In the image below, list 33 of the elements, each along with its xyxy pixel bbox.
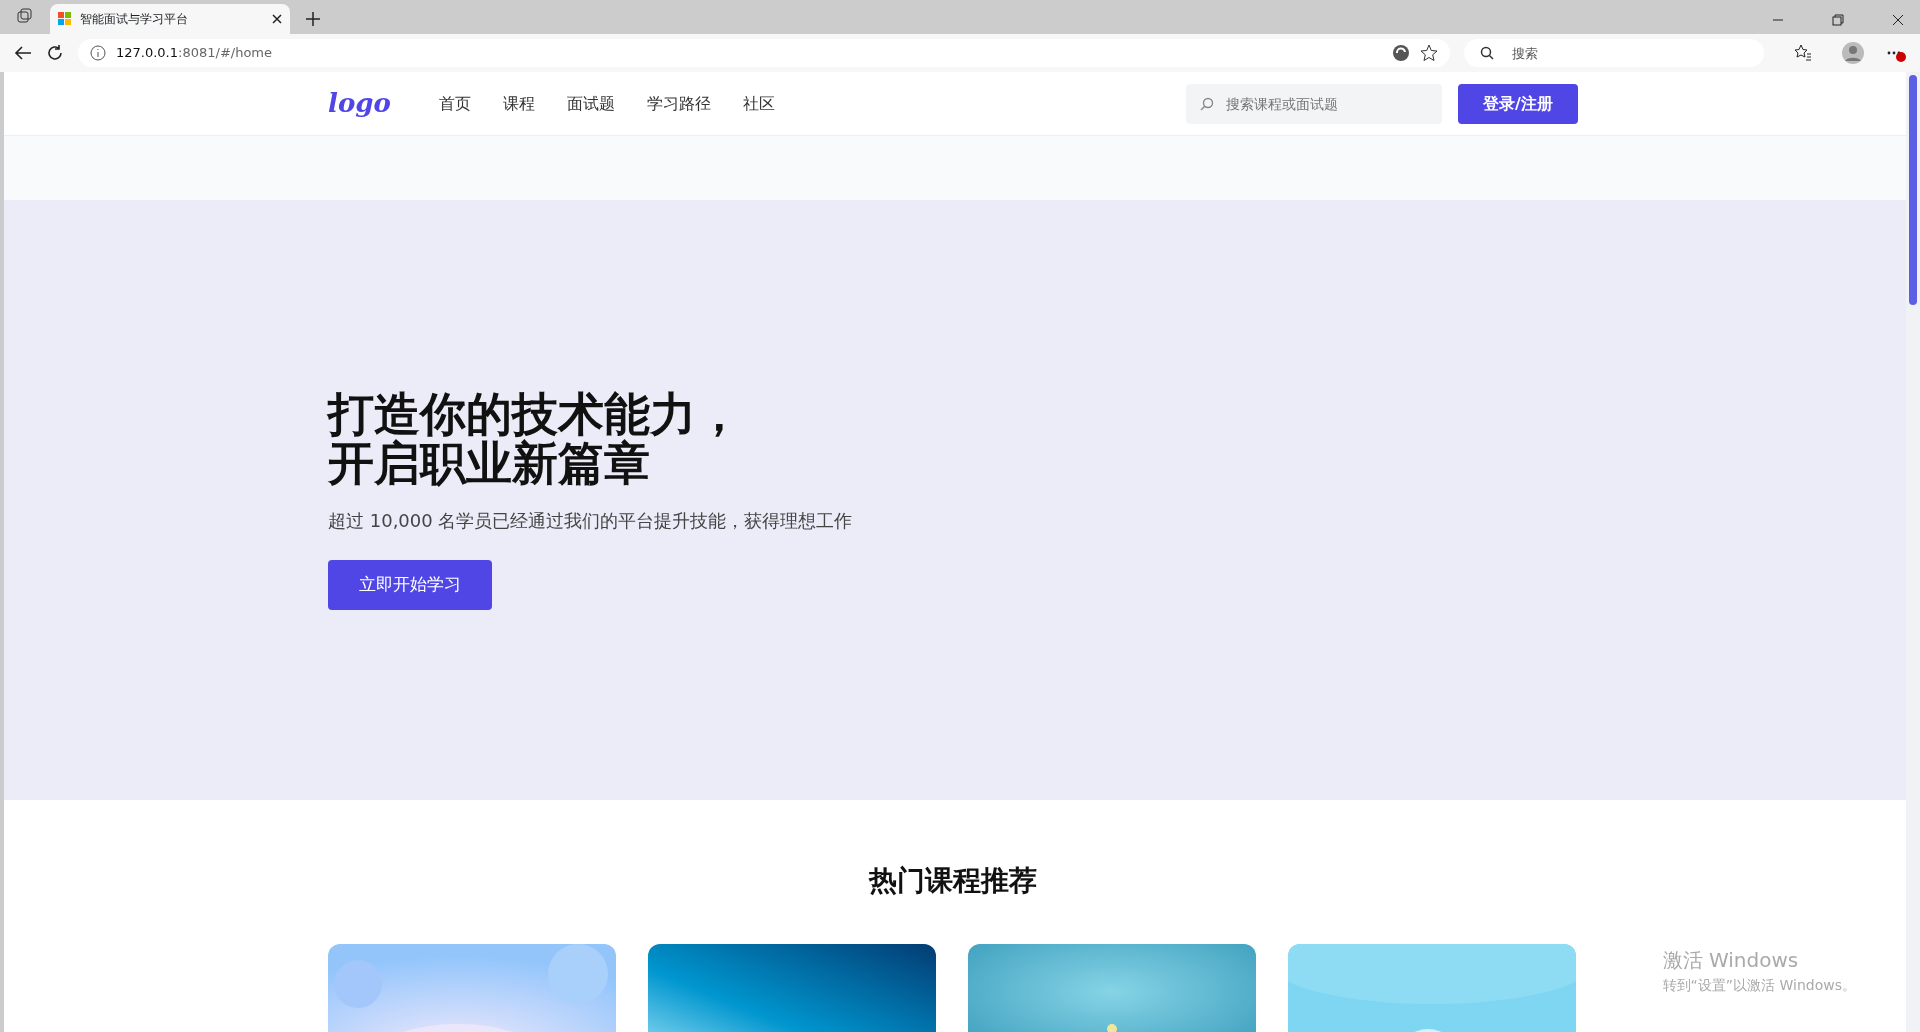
address-bar[interactable]: 127.0.0.1:8081/#/home [78,39,1450,67]
nav-link[interactable]: 面试题 [566,91,615,116]
back-icon[interactable] [14,45,32,61]
activation-title: 激活 Windows [1662,947,1800,974]
login-button[interactable]: 登录/注册 [1458,83,1578,124]
nav-link[interactable]: 学习路径 [646,91,711,116]
hero-title: 打造你的技术能力， 开启职业新篇章 [328,390,743,488]
section-title: 热门课程推荐 [867,863,1038,899]
restore-icon[interactable] [1832,14,1844,26]
close-icon[interactable] [1892,14,1904,26]
search-icon [1480,46,1494,60]
url-text: 127.0.0.1:8081/#/home [116,44,272,63]
tab-title: 智能面试与学习平台 [80,11,189,28]
nav-link[interactable]: 社区 [742,91,775,116]
search-field[interactable]: 搜索课程或面试题 [1186,83,1442,124]
logo[interactable]: logo [328,84,391,123]
search-field[interactable]: 搜索 [1464,39,1764,67]
start-learning-button[interactable]: 立即开始学习 [328,560,492,610]
hero-subtitle: 超过 10,000 名学员已经通过我们的平台提升技能，获得理想工作 [328,509,854,534]
reload-icon[interactable] [46,44,64,62]
browser-tab[interactable]: 智能面试与学习平台 [50,4,290,34]
profile-icon[interactable] [1842,42,1864,64]
close-icon[interactable] [272,14,282,24]
favorites-icon[interactable] [1794,44,1812,62]
site-icon [58,12,72,26]
search-icon [1200,96,1214,111]
star-icon[interactable] [1420,44,1438,62]
activation-text: 转到“设置”以激活 Windows。 [1662,976,1856,995]
nav-link[interactable]: 课程 [502,91,535,116]
nav-link[interactable]: 首页 [438,91,471,116]
new-tab-icon[interactable] [306,12,320,26]
info-icon [90,45,106,61]
scrollbar[interactable] [1906,72,1920,1032]
